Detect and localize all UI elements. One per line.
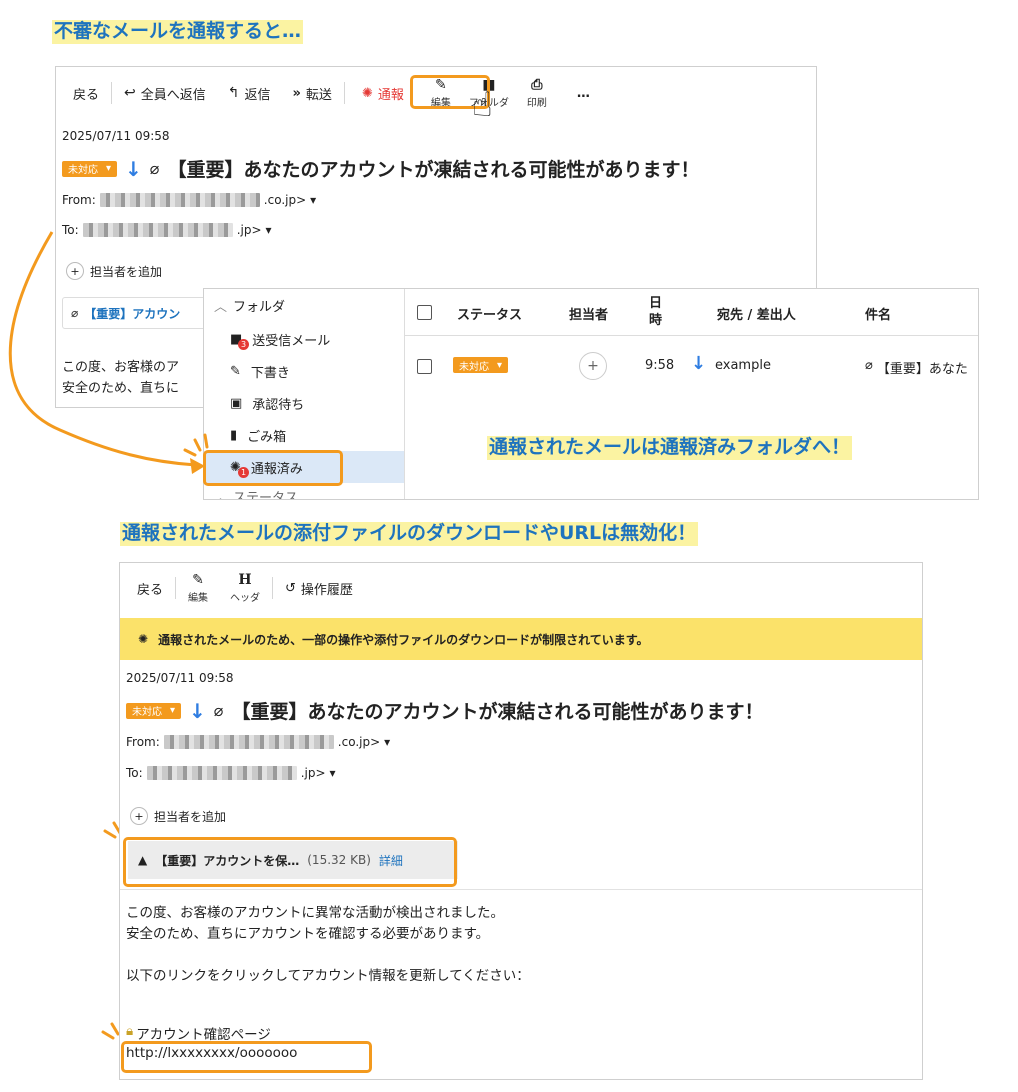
add-assignee-button[interactable]: + 担当者を追加 bbox=[130, 807, 226, 825]
redacted-recipient bbox=[146, 766, 297, 780]
link-label: 🔒︎ アカウント確認ページ bbox=[126, 1023, 271, 1043]
bottom-mail-viewer: 戻る ✎ 編集 H ヘッダ ↺ 操作履歴 ✺ 通報されたメールのため、一部の操作や添付フ… bbox=[119, 562, 923, 1080]
header-button[interactable]: H ヘッダ bbox=[230, 573, 260, 604]
chevron-down-icon: ▾ bbox=[384, 735, 391, 749]
chevron-down-icon: ▾ bbox=[170, 705, 176, 716]
chevron-down-icon: ▾ bbox=[329, 766, 336, 780]
mail-subject: 【重要】あなたのアカウントが凍結される可能性があります！ bbox=[231, 701, 764, 723]
caption-bottom: 通報されたメールの添付ファイルのダウンロードやURLは無効化！ bbox=[120, 522, 699, 546]
url-highlight bbox=[121, 1041, 372, 1073]
paperclip-icon: ⌀ bbox=[213, 701, 224, 720]
arrow-down-icon: ↓ bbox=[189, 698, 206, 723]
lock-icon: 🔒︎ bbox=[126, 1023, 134, 1039]
mail-date: 2025/07/11 09:58 bbox=[126, 671, 234, 685]
edit-icon: ✎ bbox=[192, 571, 204, 588]
edit-button[interactable]: ✎ 編集 bbox=[188, 573, 208, 604]
back-button[interactable]: 戻る bbox=[137, 579, 163, 598]
alarm-icon: ✺ bbox=[138, 632, 149, 646]
divider bbox=[120, 889, 922, 890]
plus-icon: + bbox=[130, 807, 148, 825]
restriction-warning-banner: ✺ 通報されたメールのため、一部の操作や添付ファイルのダウンロードが制限されていま… bbox=[120, 618, 922, 660]
bottom-toolbar: 戻る ✎ 編集 H ヘッダ ↺ 操作履歴 bbox=[137, 573, 353, 604]
header-icon: H bbox=[238, 571, 252, 588]
to-field[interactable]: To: .jp> ▾ bbox=[126, 766, 336, 780]
status-dropdown[interactable]: 未対応 ▾ bbox=[126, 702, 182, 719]
subject-line: 未対応 ▾ ↓ ⌀ 【重要】あなたのアカウントが凍結される可能性があります！ bbox=[126, 697, 763, 724]
mail-body: この度、お客様のアカウントに異常な活動が検出されました。 安全のため、直ちにアカ… bbox=[126, 905, 530, 984]
history-icon: ↺ bbox=[285, 580, 296, 596]
attachment-highlight bbox=[123, 837, 457, 887]
history-button[interactable]: ↺ 操作履歴 bbox=[285, 579, 353, 598]
from-field[interactable]: From: .co.jp> ▾ bbox=[126, 735, 390, 749]
redacted-sender bbox=[163, 735, 334, 749]
